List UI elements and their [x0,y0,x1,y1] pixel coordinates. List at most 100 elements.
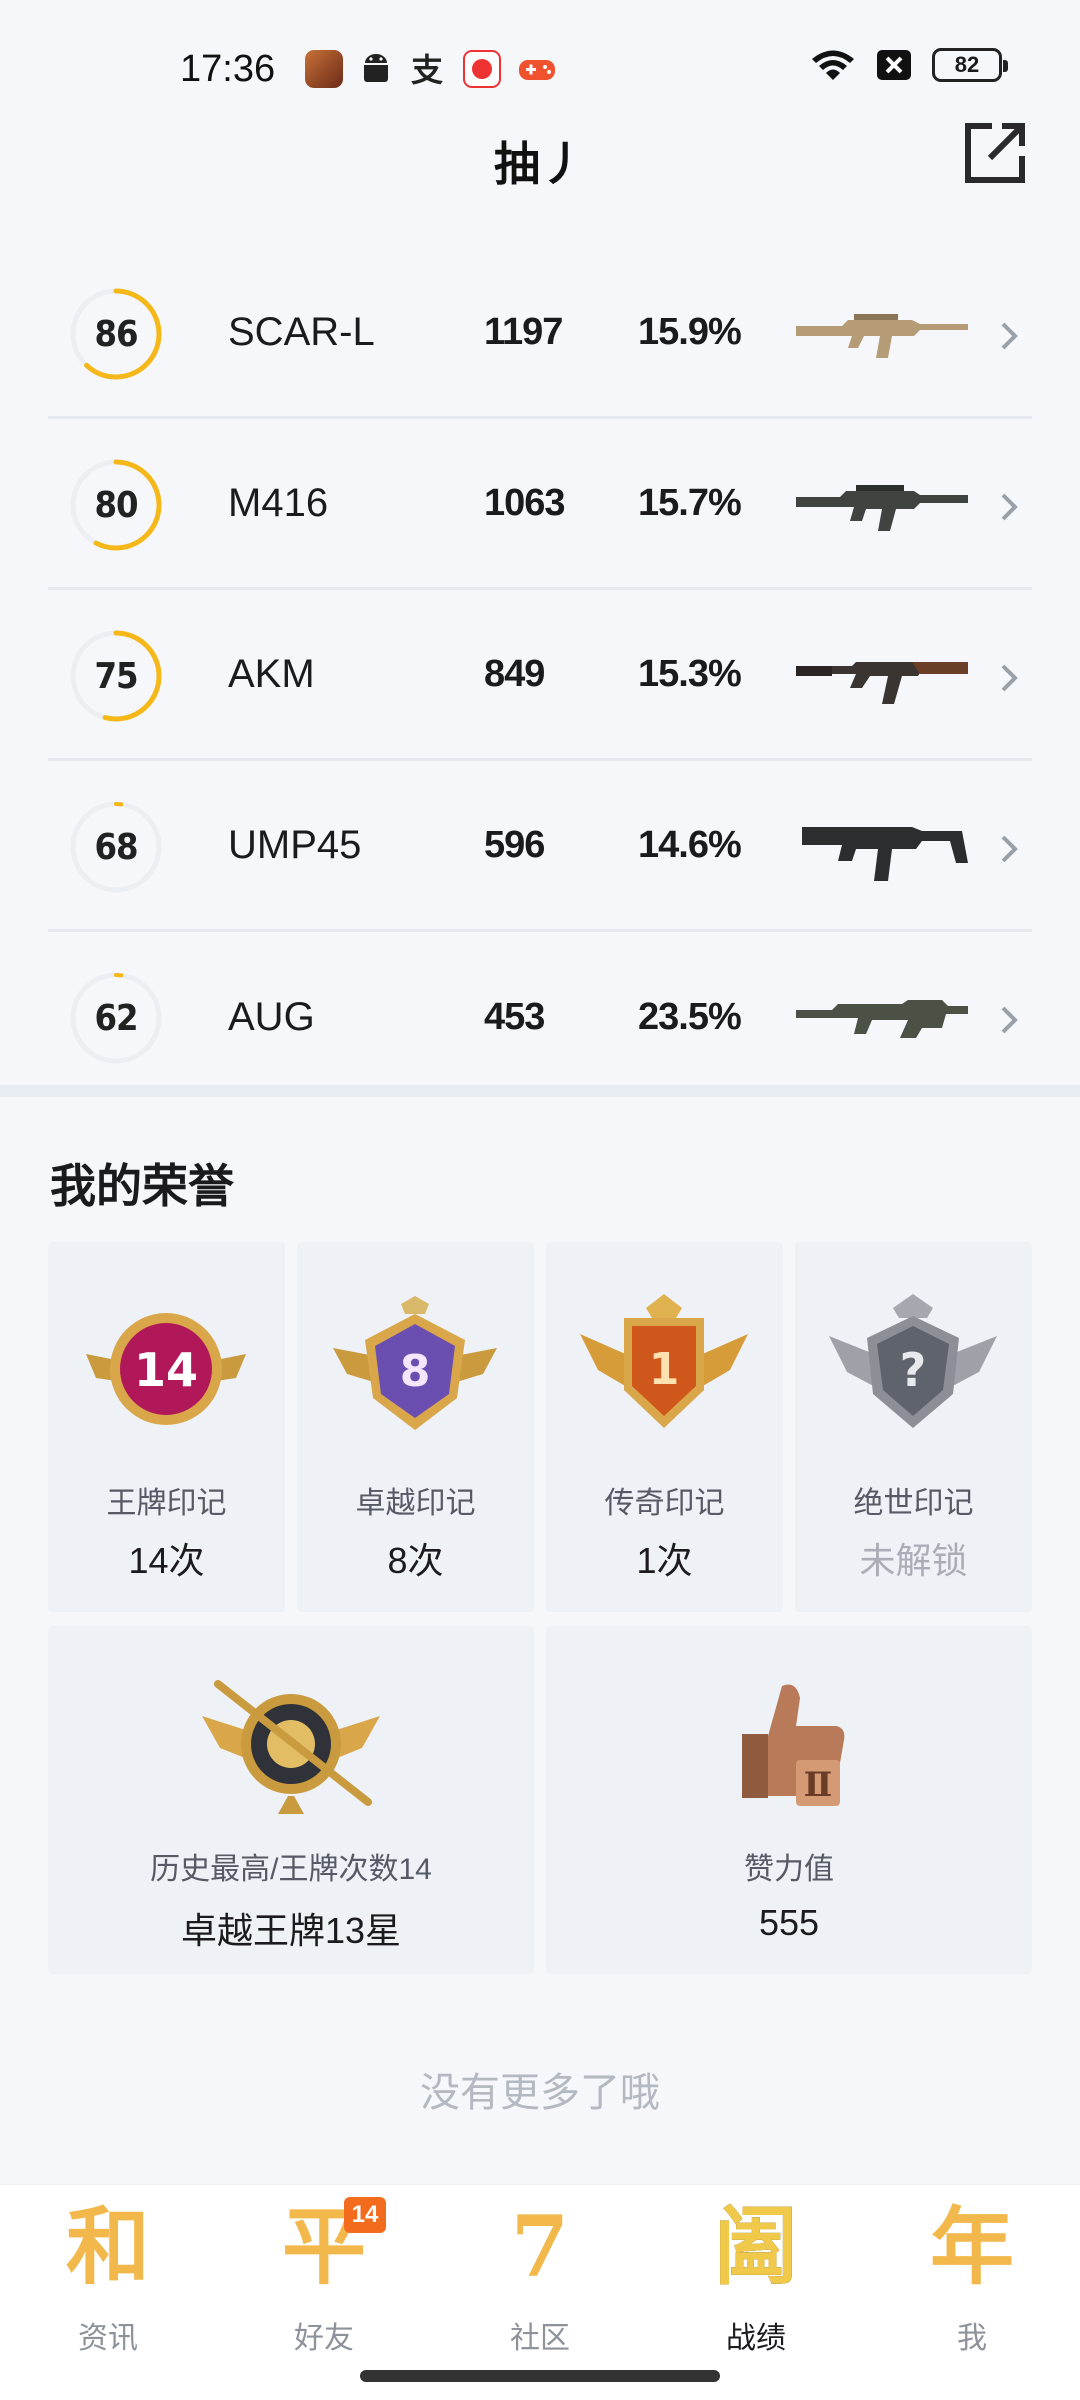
tab-label: 战绩 [726,2322,786,2355]
badge-number: 14 [134,1343,198,1397]
weapon-rate: 15.3% [638,652,742,695]
weapon-list: 86 SCAR-L 1197 15.9% 80 M416 1063 15.7% … [48,248,1032,1103]
weapon-row[interactable]: 75 AKM 849 15.3% [48,590,1032,761]
elite-mark-badge-icon: 8 [333,1296,497,1430]
honor-label: 卓越印记 [355,1487,476,1520]
badge-number: ? [900,1343,927,1397]
thumbs-up-trophy-icon: Ⅱ [742,1684,845,1806]
tab-label: 社区 [510,2322,570,2355]
friends-count-badge: 14 [344,2197,386,2233]
highest-rank-emblem-icon [202,1680,380,1814]
peerless-mark-badge-icon: ? [829,1294,997,1428]
weapon-row[interactable]: 68 UMP45 596 14.6% [48,761,1032,932]
tab-label: 好友 [294,2322,354,2355]
chevron-right-icon [1001,835,1018,863]
weapon-score: 68 [94,826,138,868]
weapon-name: M416 [228,480,329,525]
weapon-score: 62 [94,997,138,1039]
share-external-icon[interactable] [962,120,1028,186]
news-tab-icon: 和 [65,2197,150,2296]
status-bar: 17:36 支 82 [0,0,1080,135]
me-tab-icon: 年 [929,2197,1014,2296]
honor-card-legend[interactable]: 1 传奇印记 1次 [546,1242,783,1612]
weapon-rate: 15.9% [638,310,742,353]
legend-mark-badge-icon: 1 [580,1294,748,1428]
tab-me[interactable]: 年 我 [864,2185,1080,2400]
chevron-right-icon [1001,322,1018,350]
honor-label: 王牌印记 [106,1487,227,1520]
honor-value: 未解锁 [859,1540,968,1581]
tab-community[interactable]: 7 社区 [432,2185,648,2400]
honor-section-title: 我的荣誉 [50,1160,234,1212]
honor-label: 绝世印记 [853,1487,974,1520]
weapon-kill-count: 596 [484,823,545,866]
tab-label: 资讯 [78,2322,138,2355]
highest-rank-label: 历史最高/王牌次数14 [150,1853,432,1886]
weapon-name: AKM [228,651,315,696]
battery-level: 82 [954,52,980,77]
tab-label: 我 [957,2322,987,2355]
tab-news[interactable]: 和 资讯 [0,2185,216,2400]
tab-friends[interactable]: 平 14 好友 [216,2185,432,2400]
weapon-name: SCAR-L [228,309,375,354]
stats-tab-icon: 阖 [713,2197,798,2296]
honor-card-ace[interactable]: 14 王牌印记 14次 [48,1242,285,1612]
m416-rifle-icon [796,485,968,531]
community-tab-icon: 7 [510,2197,570,2296]
praise-value-card[interactable]: Ⅱ 赞力值 555 [546,1626,1032,1974]
highest-rank-card[interactable]: 历史最高/王牌次数14 卓越王牌13星 [48,1626,534,1974]
chevron-right-icon [1001,493,1018,521]
page-title: 抽丿 [494,138,586,190]
weapon-kill-count: 849 [484,652,545,695]
weapon-row[interactable]: 86 SCAR-L 1197 15.9% [48,248,1032,419]
end-of-list-text: 没有更多了哦 [420,2071,660,2115]
weapon-kill-count: 1197 [484,310,563,353]
weapon-row[interactable]: 62 AUG 453 23.5% [48,932,1032,1103]
weapon-rate: 14.6% [638,823,742,866]
game-avatar-icon [305,50,343,88]
badge-number: 1 [649,1344,680,1395]
status-app-icons: 支 [305,50,557,88]
home-indicator[interactable] [360,2370,720,2382]
android-icon [364,54,388,82]
alipay-icon: 支 [411,51,443,87]
praise-value-number: 555 [758,1902,820,1943]
weapon-rate: 15.7% [638,481,742,524]
akm-rifle-icon [796,662,968,704]
ace-mark-badge-icon: 14 [86,1313,246,1425]
weapon-name: AUG [228,995,315,1039]
weapon-rate: 23.5% [638,996,742,1038]
highest-rank-value: 卓越王牌13星 [180,1910,402,1951]
honor-label: 传奇印记 [604,1487,725,1520]
honor-value: 1次 [636,1540,693,1581]
praise-value-label: 赞力值 [744,1853,834,1886]
svg-text:支: 支 [411,51,443,87]
status-time: 17:36 [180,48,276,90]
badge-number: 8 [400,1346,431,1397]
honor-summary-grid: 历史最高/王牌次数14 卓越王牌13星 Ⅱ 赞力值 555 [48,1626,1032,1974]
aug-rifle-icon [796,1000,968,1038]
ump45-smg-icon [802,827,968,881]
section-divider [0,1085,1080,1097]
battery-icon: 82 [932,48,1008,82]
weapon-kill-count: 453 [484,996,545,1038]
bottom-tab-bar: 和 资讯 平 14 好友 7 社区 阖 战绩 年 我 [0,2184,1080,2400]
tab-stats[interactable]: 阖 战绩 [648,2185,864,2400]
news-app-icon [463,50,501,88]
friends-tab-icon: 平 [281,2197,366,2296]
gamepad-icon [519,60,555,80]
wifi-icon [812,50,854,80]
honor-badge-grid: 14 王牌印记 14次 8 卓越印记 8次 1 传奇印记 1次 ? 绝世印记 未… [48,1242,1032,1612]
weapon-score: 86 [94,313,138,355]
signal-off-icon [877,50,911,80]
honor-card-peerless[interactable]: ? 绝世印记 未解锁 [795,1242,1032,1612]
status-right-icons: 82 [810,48,1008,82]
honor-value: 14次 [128,1540,205,1581]
weapon-score: 75 [94,655,138,697]
weapon-score: 80 [94,484,138,526]
weapon-name: UMP45 [228,822,362,867]
scar-l-rifle-icon [796,314,968,358]
honor-card-elite[interactable]: 8 卓越印记 8次 [297,1242,534,1612]
chevron-right-icon [1001,1006,1018,1034]
weapon-row[interactable]: 80 M416 1063 15.7% [48,419,1032,590]
